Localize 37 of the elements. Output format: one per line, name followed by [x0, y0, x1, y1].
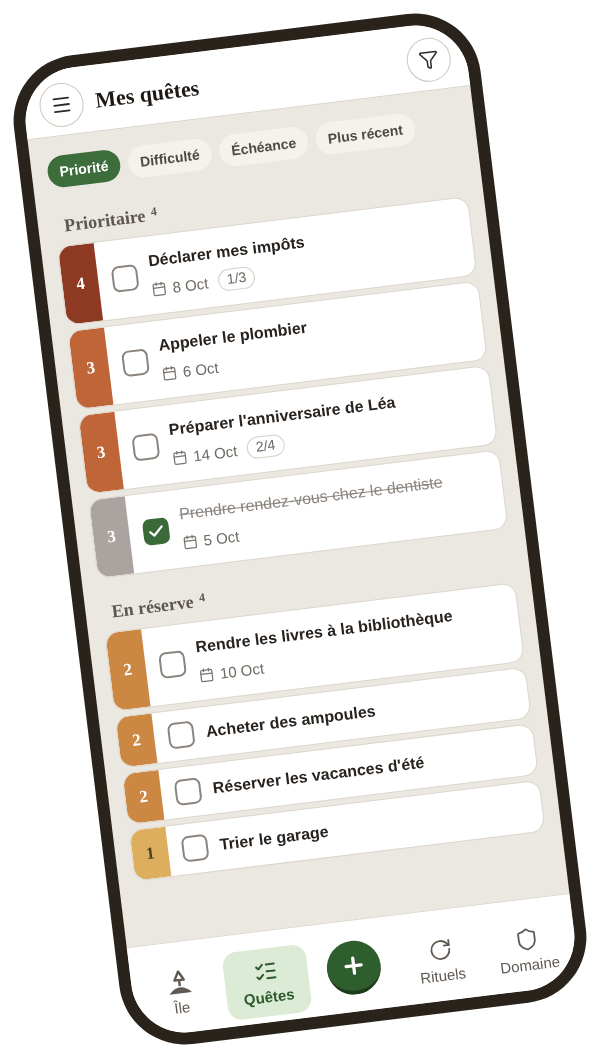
section-count: 4 — [198, 590, 206, 605]
nav-tab[interactable]: Domaine — [489, 917, 568, 982]
calendar-icon — [198, 666, 215, 683]
quest-checkbox[interactable] — [141, 517, 171, 547]
priority-badge: 2 — [115, 713, 158, 767]
section-title: Prioritaire — [63, 205, 147, 236]
priority-badge: 1 — [129, 826, 172, 880]
quest-title: Rendre les livres à la bibliothèque — [194, 606, 455, 658]
page-title: Mes quêtes — [93, 74, 201, 114]
quest-checkbox[interactable] — [173, 777, 203, 807]
quest-checkbox[interactable] — [121, 348, 150, 378]
priority-badge: 2 — [122, 770, 165, 824]
quest-checkbox[interactable] — [158, 650, 188, 680]
calendar-icon — [181, 533, 199, 550]
sort-chip[interactable]: Échéance — [217, 125, 310, 168]
quest-checkbox[interactable] — [180, 833, 210, 863]
section-count: 4 — [150, 204, 158, 219]
priority-badge: 4 — [57, 243, 104, 325]
calendar-icon — [150, 280, 168, 297]
calendar-icon — [171, 448, 189, 466]
priority-badge: 2 — [105, 629, 151, 711]
sort-chip[interactable]: Plus récent — [314, 112, 417, 157]
priority-badge: 3 — [88, 496, 135, 578]
sort-chip[interactable]: Priorité — [45, 148, 123, 189]
quest-checkbox[interactable] — [131, 432, 161, 462]
due-date: 5 Oct — [202, 527, 241, 549]
filter-icon — [417, 48, 440, 71]
nav-tab[interactable]: Île — [159, 962, 202, 1023]
sort-chip[interactable]: Difficulté — [126, 137, 214, 180]
quest-checkbox[interactable] — [166, 720, 196, 750]
section-title: En réserve — [110, 591, 195, 622]
nav-tab[interactable]: Rituels — [409, 929, 474, 992]
nav-tab[interactable]: Quêtes — [221, 943, 314, 1021]
quest-checkbox[interactable] — [110, 263, 140, 293]
calendar-icon — [161, 364, 178, 382]
priority-badge: 3 — [78, 411, 124, 494]
priority-badge: 3 — [68, 327, 114, 409]
